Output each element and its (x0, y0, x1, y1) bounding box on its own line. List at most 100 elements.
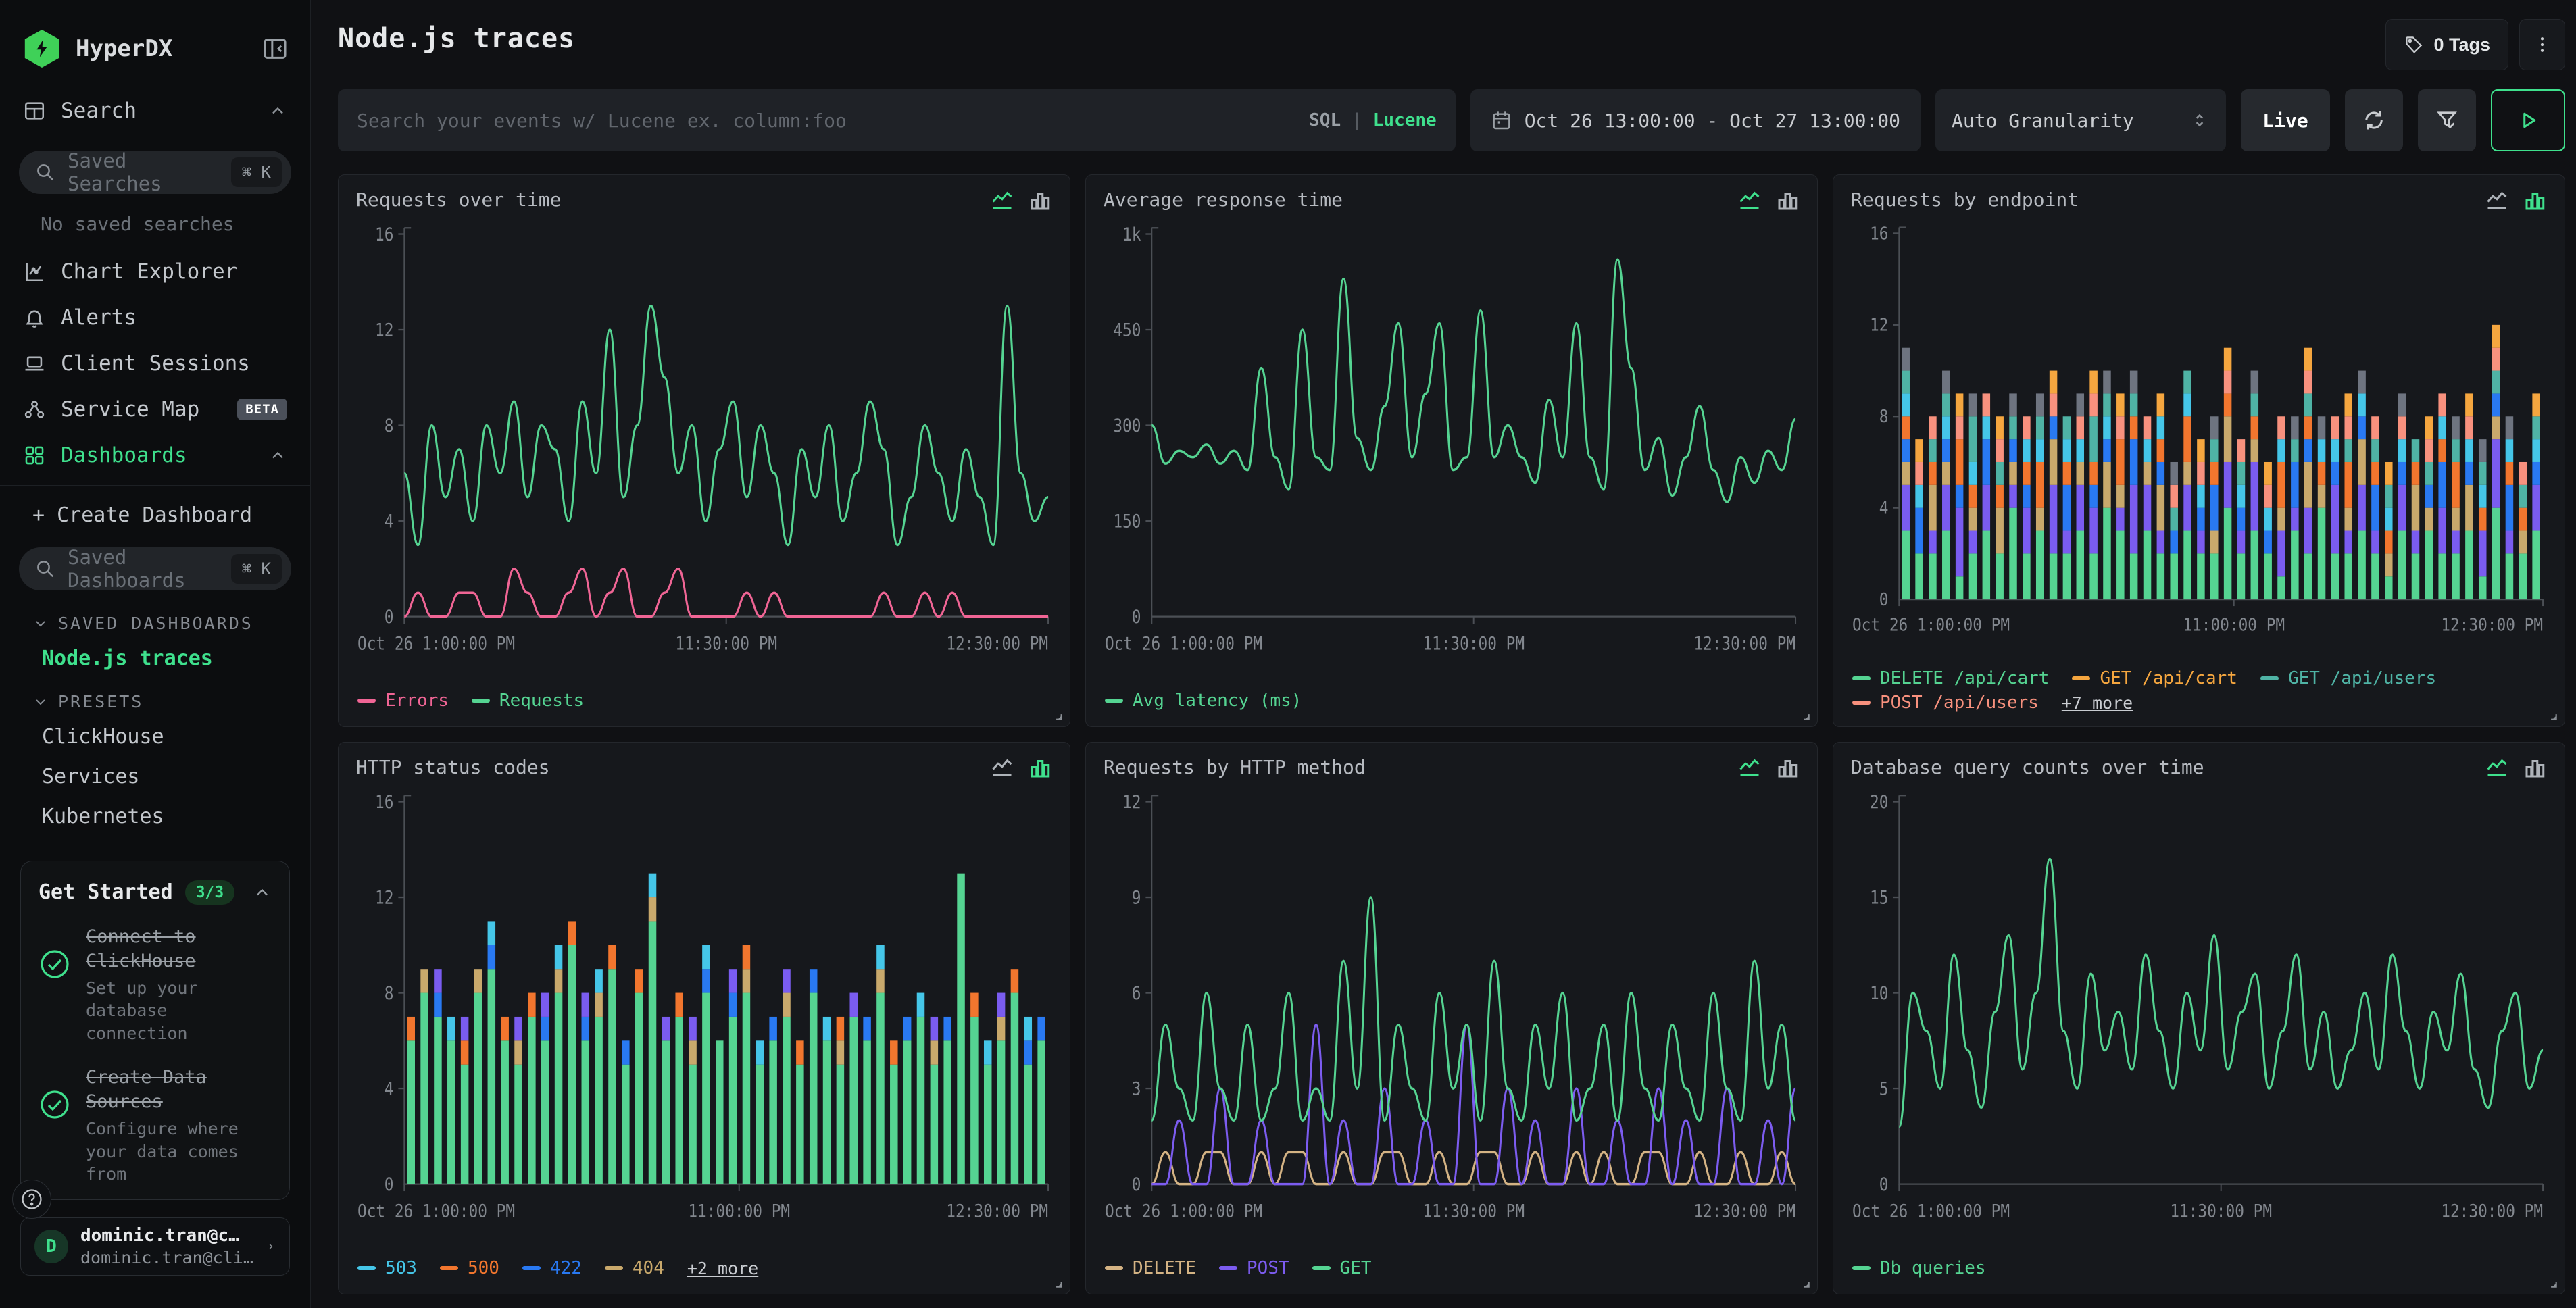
sidebar-item-client-sessions[interactable]: Client Sessions (0, 341, 310, 386)
line-view-icon[interactable] (1737, 188, 1762, 213)
legend-label: GET (1340, 1258, 1372, 1278)
get-started-item[interactable]: Create Data Sources Configure where your… (39, 1065, 272, 1186)
preset-link-services[interactable]: Services (0, 757, 310, 797)
sidebar-item-service-map[interactable]: Service Map BETA (0, 386, 310, 432)
user-menu[interactable]: D dominic.tran@c… dominic.tran@cli… (20, 1217, 290, 1276)
resize-handle[interactable] (2542, 1272, 2559, 1290)
legend-item[interactable]: 422 (522, 1258, 582, 1278)
svg-text:11:30:00 PM: 11:30:00 PM (675, 633, 777, 654)
chart-canvas[interactable]: 01503004501kOct 26 1:00:00 PM11:30:00 PM… (1104, 217, 1800, 687)
line-view-icon[interactable] (1737, 756, 1762, 780)
bar-view-icon[interactable] (2523, 756, 2547, 780)
legend-item[interactable]: 503 (357, 1258, 417, 1278)
bar-view-icon[interactable] (1028, 756, 1052, 780)
bar-view-icon[interactable] (1775, 756, 1800, 780)
legend-label: 503 (385, 1258, 417, 1278)
legend-item[interactable]: GET /api/cart (2072, 668, 2237, 688)
saved-dashboards-input[interactable]: Saved Dashboards ⌘ K (19, 547, 291, 590)
page-title: Node.js traces (338, 19, 575, 54)
chart-canvas[interactable]: 0481216Oct 26 1:00:00 PM11:00:00 PM12:30… (356, 784, 1052, 1255)
more-options-button[interactable] (2519, 19, 2565, 70)
brand-name: HyperDX (76, 35, 260, 62)
legend-marker (1852, 1266, 1871, 1270)
chart-canvas[interactable]: 0481216Oct 26 1:00:00 PM11:00:00 PM12:30… (1851, 217, 2547, 667)
refresh-button[interactable] (2345, 89, 2403, 151)
resize-handle[interactable] (2542, 705, 2559, 722)
tags-button[interactable]: 0 Tags (2385, 19, 2508, 70)
check-circle-icon (39, 1088, 71, 1121)
resize-handle[interactable] (1047, 1272, 1064, 1290)
run-query-button[interactable] (2491, 89, 2565, 151)
dashboard-link-nodejs-traces[interactable]: Node.js traces (0, 638, 310, 678)
chart-legend: Db queries (1851, 1255, 2547, 1284)
collapse-sidebar-button[interactable] (260, 34, 290, 64)
sidebar-item-chart-explorer[interactable]: Chart Explorer (0, 249, 310, 295)
line-view-icon[interactable] (2485, 756, 2509, 780)
legend-item[interactable]: Errors (357, 690, 449, 711)
bar-view-icon[interactable] (1775, 188, 1800, 213)
create-dashboard-button[interactable]: + Create Dashboard (0, 493, 310, 538)
legend-item[interactable]: GET (1312, 1258, 1372, 1278)
resize-handle[interactable] (1794, 705, 1812, 722)
legend-item[interactable]: Requests (472, 690, 584, 711)
filter-button[interactable] (2418, 89, 2476, 151)
legend-item[interactable]: POST (1219, 1258, 1289, 1278)
preset-link-clickhouse[interactable]: ClickHouse (0, 717, 310, 757)
chart-canvas[interactable]: 0481216Oct 26 1:00:00 PM11:30:00 PM12:30… (356, 217, 1052, 687)
legend-item[interactable]: 500 (440, 1258, 499, 1278)
chart-panel-requests-by-endpoint: Requests by endpoint 0481216Oct 26 1:00:… (1833, 174, 2565, 727)
live-button[interactable]: Live (2241, 89, 2330, 151)
user-name: dominic.tran@c… (80, 1225, 253, 1247)
legend-item[interactable]: 404 (605, 1258, 664, 1278)
resize-handle[interactable] (1047, 705, 1064, 722)
group-presets[interactable]: PRESETS (0, 678, 310, 717)
main-content: Node.js traces 0 Tags SQL | Lucene (311, 0, 2576, 1308)
chart-legend: Errors Requests (356, 687, 1052, 717)
date-range-picker[interactable]: Oct 26 13:00:00 - Oct 27 13:00:00 (1470, 89, 1921, 151)
legend-item[interactable]: GET /api/users (2260, 668, 2436, 688)
get-started-item-desc: Configure where your data comes from (86, 1117, 272, 1186)
chart-canvas[interactable]: 05101520Oct 26 1:00:00 PM11:30:00 PM12:3… (1851, 784, 2547, 1255)
sidebar-item-dashboards[interactable]: Dashboards (0, 432, 310, 478)
event-search-input[interactable] (357, 109, 1309, 132)
legend-label: DELETE (1133, 1258, 1196, 1278)
sql-toggle[interactable]: SQL (1309, 110, 1341, 130)
lucene-toggle[interactable]: Lucene (1373, 110, 1437, 130)
legend-item[interactable]: DELETE (1105, 1258, 1196, 1278)
legend-item[interactable]: DELETE /api/cart (1852, 668, 2049, 688)
granularity-select[interactable]: Auto Granularity (1935, 89, 2226, 151)
help-button[interactable] (12, 1180, 51, 1219)
line-view-icon[interactable] (990, 188, 1014, 213)
saved-searches-input[interactable]: Saved Searches ⌘ K (19, 151, 291, 194)
query-language-toggle[interactable]: SQL | Lucene (1309, 110, 1437, 130)
preset-link-kubernetes[interactable]: Kubernetes (0, 797, 310, 836)
search-icon (35, 559, 55, 579)
resize-handle[interactable] (1794, 1272, 1812, 1290)
get-started-item[interactable]: Connect to ClickHouse Set up your databa… (39, 925, 272, 1045)
legend-item[interactable]: Db queries (1852, 1258, 1986, 1278)
svg-text:12:30:00 PM: 12:30:00 PM (946, 1201, 1048, 1222)
chart-canvas[interactable]: 036912Oct 26 1:00:00 PM11:30:00 PM12:30:… (1104, 784, 1800, 1255)
legend-marker (472, 699, 490, 703)
sidebar: HyperDX Search Saved Searches ⌘ K No sav… (0, 0, 311, 1308)
get-started-header[interactable]: Get Started 3/3 (39, 880, 272, 905)
get-started-item-title: Create Data Sources (86, 1065, 272, 1115)
svg-text:10: 10 (1870, 982, 1888, 1003)
legend-marker (1312, 1266, 1331, 1270)
legend-more-link[interactable]: +7 more (2062, 693, 2133, 713)
legend-item[interactable]: POST /api/users (1852, 693, 2039, 713)
bar-view-icon[interactable] (2523, 188, 2547, 213)
sidebar-item-search[interactable]: Search (0, 88, 310, 134)
sidebar-item-alerts[interactable]: Alerts (0, 295, 310, 341)
chart-title: Requests by endpoint (1851, 188, 2079, 211)
filter-bar: SQL | Lucene Oct 26 13:00:00 - Oct 27 13… (338, 89, 2565, 151)
group-saved-dashboards[interactable]: SAVED DASHBOARDS (0, 600, 310, 638)
chevron-right-icon (266, 1238, 276, 1255)
create-dashboard-label: + Create Dashboard (32, 503, 252, 527)
event-search-box[interactable]: SQL | Lucene (338, 89, 1456, 151)
legend-more-link[interactable]: +2 more (687, 1259, 758, 1278)
line-view-icon[interactable] (2485, 188, 2509, 213)
line-view-icon[interactable] (990, 756, 1014, 780)
legend-item[interactable]: Avg latency (ms) (1105, 690, 1302, 711)
bar-view-icon[interactable] (1028, 188, 1052, 213)
